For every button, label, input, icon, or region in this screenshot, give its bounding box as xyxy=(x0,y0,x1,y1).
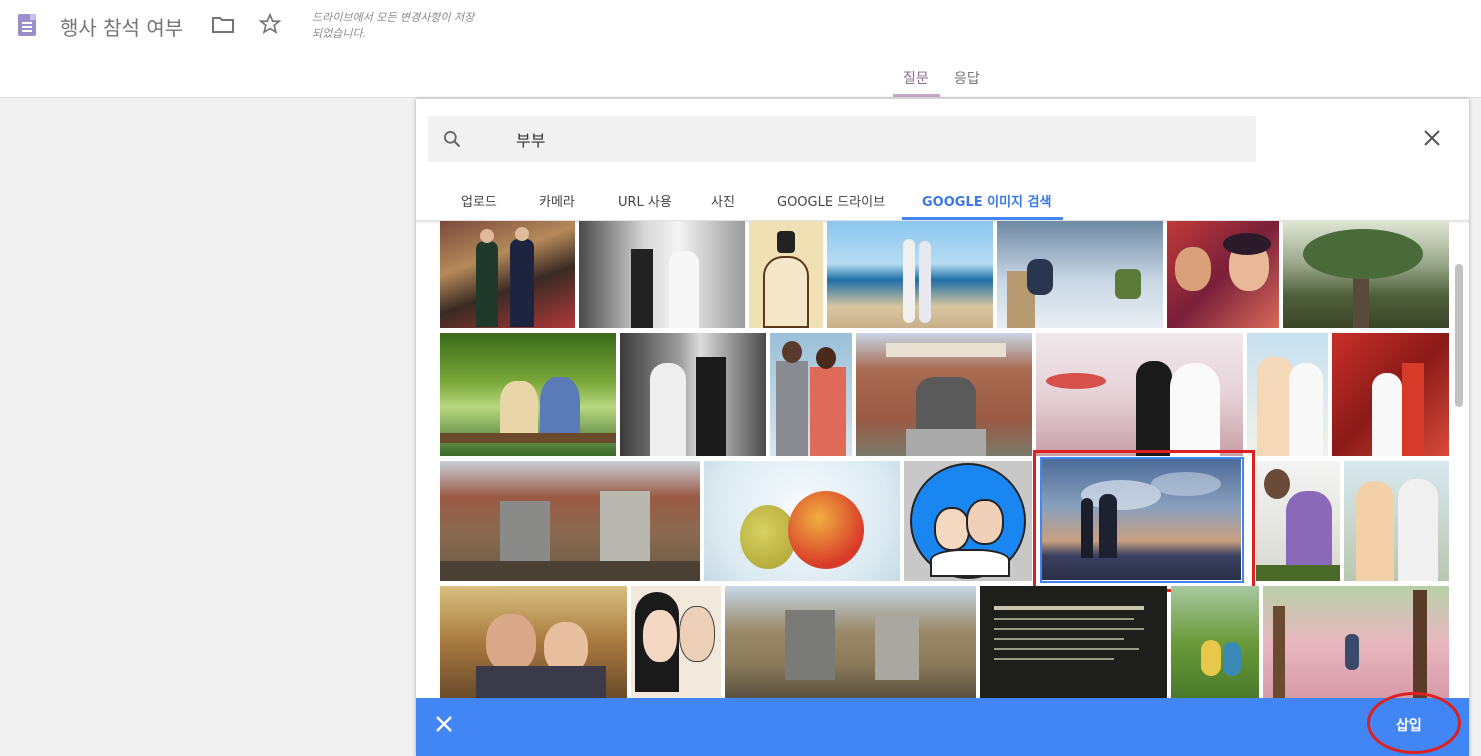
image-result[interactable] xyxy=(704,461,900,581)
tab-photos[interactable]: 사진 xyxy=(711,191,735,210)
image-result[interactable] xyxy=(1344,461,1449,581)
image-result[interactable] xyxy=(440,461,700,581)
image-result[interactable] xyxy=(856,333,1032,456)
search-icon[interactable] xyxy=(442,129,462,149)
image-result[interactable] xyxy=(1171,586,1259,698)
dialog-footer: 삽입 xyxy=(416,692,1469,756)
image-result[interactable] xyxy=(1263,586,1449,698)
image-results-grid xyxy=(416,221,1469,698)
tab-url[interactable]: URL 사용 xyxy=(618,191,672,210)
image-result[interactable] xyxy=(749,221,823,328)
close-icon[interactable] xyxy=(1423,129,1441,147)
star-icon[interactable] xyxy=(259,13,281,35)
forms-doc-icon[interactable] xyxy=(18,14,36,36)
image-result[interactable] xyxy=(631,586,721,698)
scrollbar[interactable] xyxy=(1455,264,1463,407)
image-result[interactable] xyxy=(770,333,852,456)
image-result[interactable] xyxy=(1332,333,1449,456)
document-title[interactable]: 행사 참석 여부 xyxy=(60,12,183,41)
image-result[interactable] xyxy=(980,586,1167,698)
tab-active-indicator xyxy=(893,94,940,97)
image-result[interactable] xyxy=(997,221,1163,328)
image-result[interactable] xyxy=(579,221,745,328)
tab-google-drive[interactable]: GOOGLE 드라이브 xyxy=(777,191,885,210)
image-result[interactable] xyxy=(1247,333,1328,456)
image-result[interactable] xyxy=(1283,221,1449,328)
image-result[interactable] xyxy=(1036,333,1243,456)
image-result[interactable] xyxy=(827,221,993,328)
tab-responses[interactable]: 응답 xyxy=(954,68,980,88)
save-status: 드라이브에서 모든 변경사항이 저장되었습니다. xyxy=(312,11,475,40)
image-result[interactable] xyxy=(620,333,766,456)
tab-upload[interactable]: 업로드 xyxy=(461,191,497,210)
app-header: 행사 참석 여부 드라이브에서 모든 변경사항이 저장되었습니다. 질문 응답 xyxy=(0,0,1481,98)
image-result[interactable] xyxy=(440,586,627,698)
tab-camera[interactable]: 카메라 xyxy=(539,191,575,210)
image-result[interactable] xyxy=(904,461,1032,581)
image-result[interactable] xyxy=(1256,461,1340,581)
insert-annotation-circle xyxy=(1367,692,1461,754)
image-result[interactable] xyxy=(440,333,616,456)
selection-annotation xyxy=(1033,450,1255,592)
image-result[interactable] xyxy=(1167,221,1279,328)
source-tabs: 업로드 카메라 URL 사용 사진 GOOGLE 드라이브 GOOGLE 이미지… xyxy=(416,177,1469,221)
folder-icon[interactable] xyxy=(212,15,234,33)
close-icon[interactable] xyxy=(435,715,453,733)
tab-google-image-search[interactable]: GOOGLE 이미지 검색 xyxy=(922,191,1051,210)
insert-image-dialog: 업로드 카메라 URL 사용 사진 GOOGLE 드라이브 GOOGLE 이미지… xyxy=(416,99,1469,756)
search-bar[interactable] xyxy=(428,116,1256,162)
image-result[interactable] xyxy=(725,586,976,698)
tab-questions[interactable]: 질문 xyxy=(903,68,929,88)
image-result[interactable] xyxy=(440,221,575,328)
search-input[interactable] xyxy=(516,128,1216,150)
